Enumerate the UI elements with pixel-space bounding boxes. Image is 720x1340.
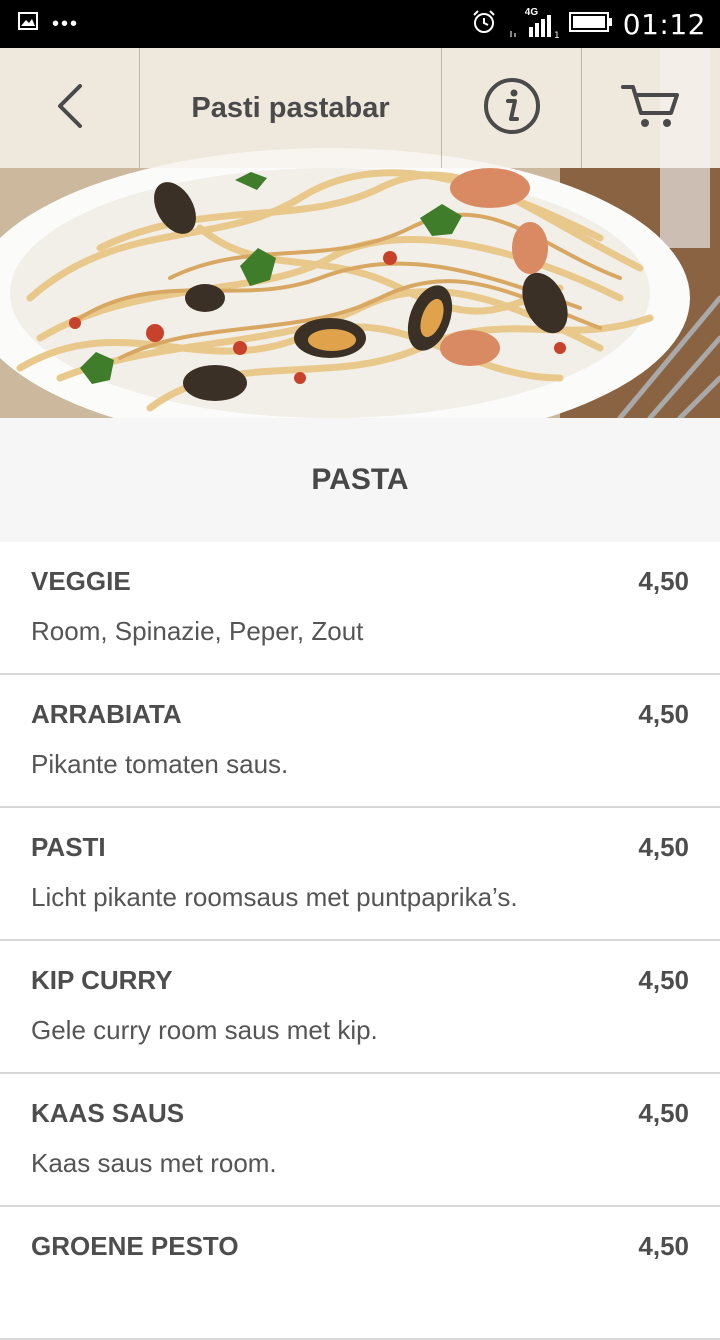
menu-item-kip-curry[interactable]: KIP CURRY 4,50 Gele curry room saus met …	[0, 941, 720, 1074]
cart-button[interactable]	[582, 48, 720, 168]
menu-item-price: 4,50	[638, 566, 689, 596]
menu-item-name: KIP CURRY	[31, 965, 173, 995]
menu-item-description: Pikante tomaten saus.	[31, 749, 289, 779]
info-icon	[483, 77, 541, 140]
menu-item-description: Licht pikante roomsaus met puntpaprika’s…	[31, 882, 518, 912]
menu-item-veggie[interactable]: VEGGIE 4,50 Room, Spinazie, Peper, Zout	[0, 542, 720, 675]
menu-item-price: 4,50	[638, 832, 689, 862]
info-button[interactable]	[442, 48, 582, 168]
menu-item-price: 4,50	[638, 699, 689, 729]
menu-item-arrabiata[interactable]: ARRABIATA 4,50 Pikante tomaten saus.	[0, 675, 720, 808]
menu-item-name: PASTI	[31, 832, 106, 862]
menu-item-pasti[interactable]: PASTI 4,50 Licht pikante roomsaus met pu…	[0, 808, 720, 941]
app-toolbar: Pasti pastabar	[0, 48, 720, 168]
menu-item-name: GROENE PESTO	[31, 1231, 239, 1261]
back-icon	[54, 83, 86, 133]
status-bar-left: •••	[18, 12, 79, 35]
signal-icon: 4G 1	[507, 7, 559, 39]
back-button[interactable]	[0, 48, 140, 168]
menu-item-name: KAAS SAUS	[31, 1098, 185, 1128]
battery-icon	[568, 11, 613, 38]
menu-list: VEGGIE 4,50 Room, Spinazie, Peper, Zout …	[0, 542, 720, 1340]
status-time: 01:12	[622, 7, 706, 41]
menu-item-price: 4,50	[638, 1231, 689, 1261]
menu-item-description: Gele curry room saus met kip.	[31, 1015, 378, 1045]
menu-item-description: Room, Spinazie, Peper, Zout	[31, 616, 364, 646]
cart-icon	[621, 81, 681, 136]
alarm-icon	[471, 9, 497, 40]
menu-item-groene-pesto[interactable]: GROENE PESTO 4,50	[0, 1207, 720, 1340]
svg-text:1: 1	[554, 31, 559, 39]
menu-item-kaas-saus[interactable]: KAAS SAUS 4,50 Kaas saus met room.	[0, 1074, 720, 1207]
status-bar-right: 4G 1 01:12	[471, 6, 706, 42]
more-dots-icon: •••	[52, 12, 80, 35]
menu-item-price: 4,50	[638, 965, 689, 995]
menu-item-description: Kaas saus met room.	[31, 1148, 277, 1178]
section-title: PASTA	[0, 418, 720, 542]
image-icon	[18, 12, 38, 35]
status-bar: ••• 4G 1 01:12	[0, 0, 720, 48]
menu-item-name: ARRABIATA	[31, 699, 182, 729]
menu-item-price: 4,50	[638, 1098, 689, 1128]
menu-item-name: VEGGIE	[31, 566, 131, 596]
page-title: Pasti pastabar	[140, 48, 442, 168]
